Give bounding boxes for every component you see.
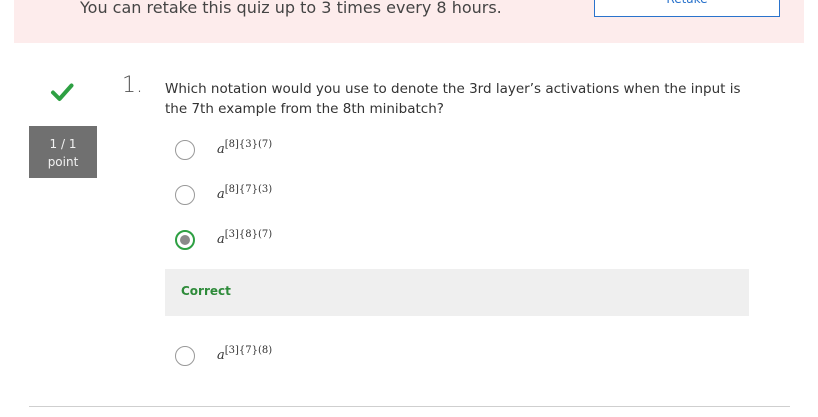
score-badge: 1 / 1 point	[29, 126, 97, 178]
option-math: a[8]{7}(3)	[217, 184, 273, 202]
option-math: a[3]{7}(8)	[217, 345, 273, 363]
radio-button[interactable]	[175, 140, 195, 160]
math-base: a	[217, 142, 225, 157]
feedback-correct-label: Correct	[181, 284, 231, 298]
math-base: a	[217, 187, 225, 202]
radio-button[interactable]	[175, 185, 195, 205]
answer-option-4[interactable]: a[3]{7}(8)	[175, 345, 475, 370]
option-math: a[8]{3}(7)	[217, 139, 273, 157]
retake-message: You can retake this quiz up to 3 times e…	[80, 0, 502, 17]
math-base: a	[217, 348, 225, 363]
answer-option-1[interactable]: a[8]{3}(7)	[175, 139, 475, 164]
radio-button[interactable]	[175, 346, 195, 366]
score-unit: point	[47, 155, 79, 169]
question-number: 1.	[122, 73, 143, 98]
answer-option-3[interactable]: a[3]{8}(7)	[175, 229, 475, 254]
checkmark-icon	[51, 83, 74, 101]
math-base: a	[217, 232, 225, 247]
math-superscript: [8]{7}(3)	[224, 184, 273, 195]
feedback-box: Correct	[165, 269, 749, 316]
math-superscript: [3]{7}(8)	[224, 345, 273, 356]
answer-option-2[interactable]: a[8]{7}(3)	[175, 184, 475, 209]
retake-banner: You can retake this quiz up to 3 times e…	[14, 0, 804, 43]
score-value: 1 / 1	[49, 137, 77, 151]
math-superscript: [3]{8}(7)	[224, 229, 273, 240]
retake-button[interactable]: Retake	[594, 0, 780, 17]
divider	[29, 406, 790, 407]
radio-button-selected[interactable]	[175, 230, 195, 250]
question-text: Which notation would you use to denote t…	[165, 81, 741, 117]
math-superscript: [8]{3}(7)	[224, 139, 273, 150]
option-math: a[3]{8}(7)	[217, 229, 273, 247]
